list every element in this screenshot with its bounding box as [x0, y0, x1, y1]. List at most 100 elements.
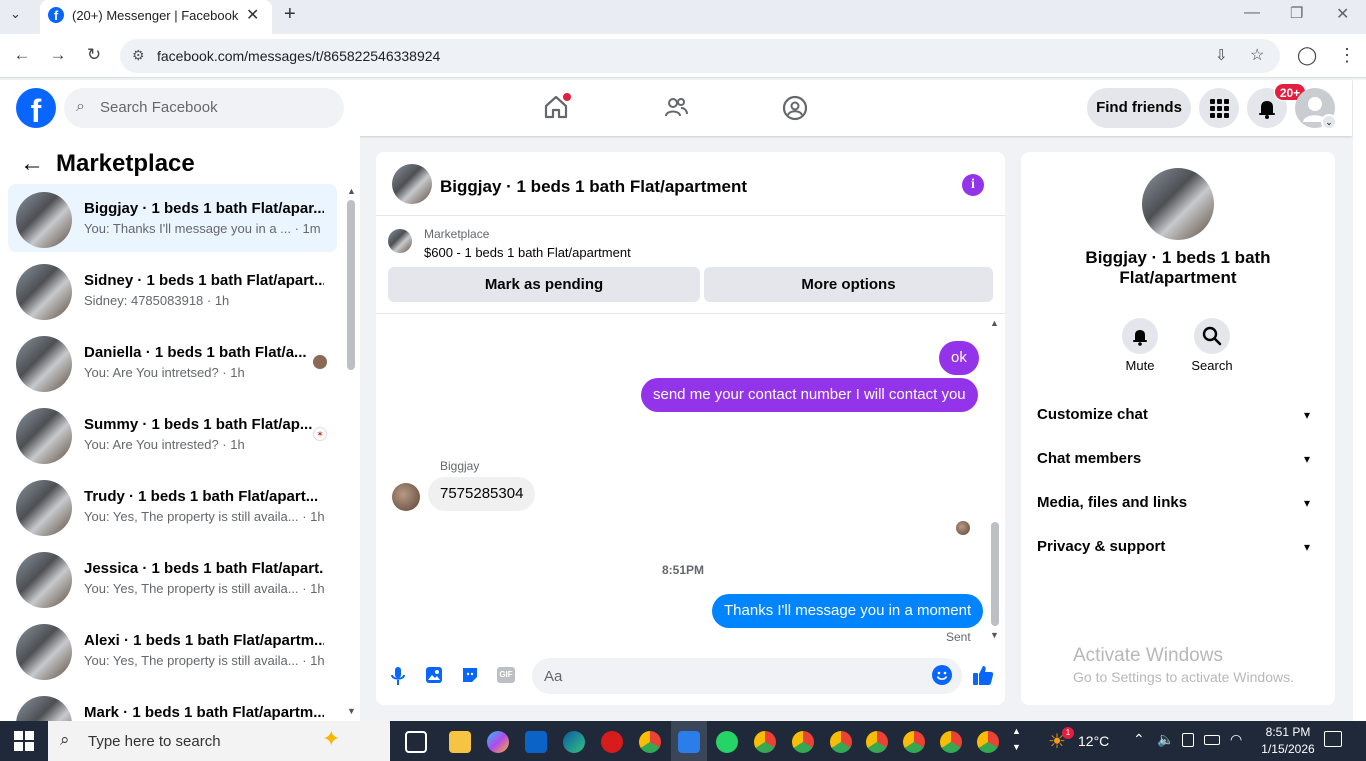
copilot-icon[interactable] — [487, 731, 509, 753]
taskbar-search-input[interactable]: ⌕ Type here to search ✦ — [48, 721, 390, 761]
back-icon[interactable]: ← — [12, 45, 32, 65]
chat-members-section[interactable]: Chat members — [1037, 450, 1141, 467]
profile-icon[interactable]: ◯ — [1297, 45, 1317, 66]
edge-icon[interactable] — [563, 731, 585, 753]
conversation-item[interactable]: Biggjay · 1 beds 1 bath Flat/apar... You… — [8, 184, 337, 252]
new-tab-icon[interactable]: + — [284, 3, 296, 26]
gif-icon[interactable]: GIF — [497, 667, 515, 683]
page-scrollbar[interactable] — [1353, 80, 1366, 721]
menu-grid-button[interactable] — [1199, 88, 1239, 128]
account-chevron-icon[interactable]: ⌄ — [1321, 114, 1337, 130]
more-options-button[interactable]: More options — [704, 267, 993, 302]
chrome-icon[interactable] — [639, 731, 661, 753]
profile-photo[interactable] — [1142, 168, 1214, 240]
volume-icon[interactable]: 🔈 — [1157, 731, 1174, 748]
store-icon[interactable] — [525, 731, 547, 753]
chevron-down-icon[interactable]: ▾ — [1304, 540, 1310, 554]
photo-icon[interactable] — [425, 666, 443, 689]
conversation-scrollbar-thumb[interactable] — [347, 200, 355, 370]
sent-message[interactable]: ok — [939, 341, 979, 375]
conversation-preview: You: Yes, The property is still availa..… — [84, 509, 325, 524]
back-arrow-icon[interactable]: ← — [20, 150, 44, 178]
whatsapp-icon[interactable] — [716, 731, 738, 753]
conversation-item[interactable]: Sidney · 1 beds 1 bath Flat/apart... Sid… — [8, 256, 337, 324]
show-hidden-icons[interactable]: ⌃ — [1133, 731, 1145, 748]
conversation-item[interactable]: Trudy · 1 beds 1 bath Flat/apart... You:… — [8, 472, 337, 540]
chrome-profile-icon[interactable] — [830, 731, 852, 753]
customize-chat-section[interactable]: Customize chat — [1037, 406, 1148, 423]
facebook-favicon-icon: f — [48, 7, 64, 23]
start-windows-icon[interactable] — [14, 731, 34, 756]
emoji-icon[interactable] — [932, 665, 952, 685]
scroll-down-arrow-icon[interactable]: ▼ — [347, 706, 356, 716]
groups-icon[interactable] — [782, 95, 808, 126]
close-window-icon[interactable]: ✕ — [1336, 4, 1349, 24]
app-icon[interactable] — [601, 731, 623, 753]
sender-avatar[interactable] — [392, 483, 420, 511]
chevron-down-icon[interactable]: ▾ — [1304, 408, 1310, 422]
file-explorer-icon[interactable] — [449, 731, 471, 753]
browser-tab[interactable]: f (20+) Messenger | Facebook ✕ — [40, 0, 272, 34]
chat-scroll-down-icon[interactable]: ▼ — [990, 630, 999, 640]
chevron-down-icon[interactable]: ▾ — [1304, 496, 1310, 510]
install-app-icon[interactable]: ⇩ — [1215, 46, 1228, 64]
conversation-item[interactable]: Summy · 1 beds 1 bath Flat/ap... You: Ar… — [8, 400, 337, 468]
clock-date[interactable]: 1/15/2026 — [1253, 742, 1323, 756]
sent-message[interactable]: send me your contact number I will conta… — [641, 378, 978, 412]
message-input[interactable]: Aa — [532, 658, 962, 694]
chat-scrollbar-thumb[interactable] — [991, 522, 999, 626]
tab-list-icon[interactable]: ⌄ — [10, 6, 21, 22]
sticker-icon[interactable] — [461, 666, 479, 689]
clock-time[interactable]: 8:51 PM — [1258, 725, 1318, 739]
mark-as-pending-button[interactable]: Mark as pending — [388, 267, 700, 302]
mute-button[interactable] — [1122, 318, 1158, 354]
reload-icon[interactable]: ↻ — [84, 45, 104, 65]
conversation-item[interactable]: Jessica · 1 beds 1 bath Flat/apart... Yo… — [8, 544, 337, 612]
chat-scroll-up-icon[interactable]: ▲ — [990, 318, 999, 328]
chat-title[interactable]: Biggjay · 1 beds 1 bath Flat/apartment — [440, 177, 747, 197]
microphone-icon[interactable] — [390, 665, 406, 692]
wifi-icon[interactable]: ◠ — [1230, 731, 1242, 748]
minimize-icon[interactable]: — — [1244, 4, 1260, 22]
privacy-support-section[interactable]: Privacy & support — [1037, 538, 1165, 555]
chrome-profile-icon[interactable] — [977, 731, 999, 753]
forward-icon[interactable]: → — [48, 45, 68, 65]
restore-icon[interactable]: ❐ — [1290, 4, 1303, 22]
media-files-links-section[interactable]: Media, files and links — [1037, 494, 1187, 511]
notification-center-icon[interactable] — [1324, 731, 1342, 747]
battery-icon[interactable] — [1204, 735, 1220, 745]
temperature[interactable]: 12°C — [1078, 733, 1109, 749]
address-bar[interactable]: ⚙ facebook.com/messages/t/86582254633892… — [120, 39, 1280, 73]
chrome-profile-icon[interactable] — [754, 731, 776, 753]
site-info-icon[interactable]: ⚙ — [132, 47, 145, 64]
search-input[interactable]: ⌕ Search Facebook — [64, 88, 344, 128]
friends-icon[interactable] — [663, 94, 689, 125]
active-app-icon[interactable] — [678, 731, 700, 753]
info-icon[interactable]: i — [962, 174, 984, 196]
task-view-icon[interactable] — [405, 731, 427, 753]
sent-message[interactable]: Thanks I'll message you in a moment — [712, 594, 984, 628]
find-friends-button[interactable]: Find friends — [1087, 88, 1191, 128]
close-tab-icon[interactable]: ✕ — [246, 5, 259, 25]
chrome-profile-icon[interactable] — [792, 731, 814, 753]
search-in-conversation-button[interactable] — [1194, 318, 1230, 354]
conversation-preview: You: Are You intrested? · 1h — [84, 437, 245, 452]
chrome-profile-icon[interactable] — [940, 731, 962, 753]
message-status: Sent — [946, 630, 971, 644]
conversation-item[interactable]: Mark · 1 beds 1 bath Flat/apartm... — [8, 688, 337, 721]
device-icon[interactable] — [1182, 733, 1194, 747]
scroll-up-arrow-icon[interactable]: ▲ — [347, 186, 356, 196]
facebook-logo-icon[interactable]: f — [16, 88, 56, 128]
thumbs-up-icon[interactable] — [972, 664, 994, 691]
browser-menu-icon[interactable]: ⋮ — [1338, 45, 1356, 66]
conversation-item[interactable]: Alexi · 1 beds 1 bath Flat/apartm... You… — [8, 616, 337, 684]
conversation-item[interactable]: Daniella · 1 beds 1 bath Flat/a... You: … — [8, 328, 337, 396]
bookmark-star-icon[interactable]: ☆ — [1250, 45, 1264, 65]
chevron-down-icon[interactable]: ▾ — [1304, 452, 1310, 466]
received-message[interactable]: 7575285304 — [428, 477, 536, 511]
listing-description[interactable]: $600 - 1 beds 1 bath Flat/apartment — [424, 245, 631, 260]
taskbar-scroll-arrows-icon[interactable]: ▲ ▼ — [1012, 723, 1021, 755]
chrome-profile-icon[interactable] — [903, 731, 925, 753]
chat-avatar[interactable] — [392, 164, 432, 204]
chrome-profile-icon[interactable] — [866, 731, 888, 753]
